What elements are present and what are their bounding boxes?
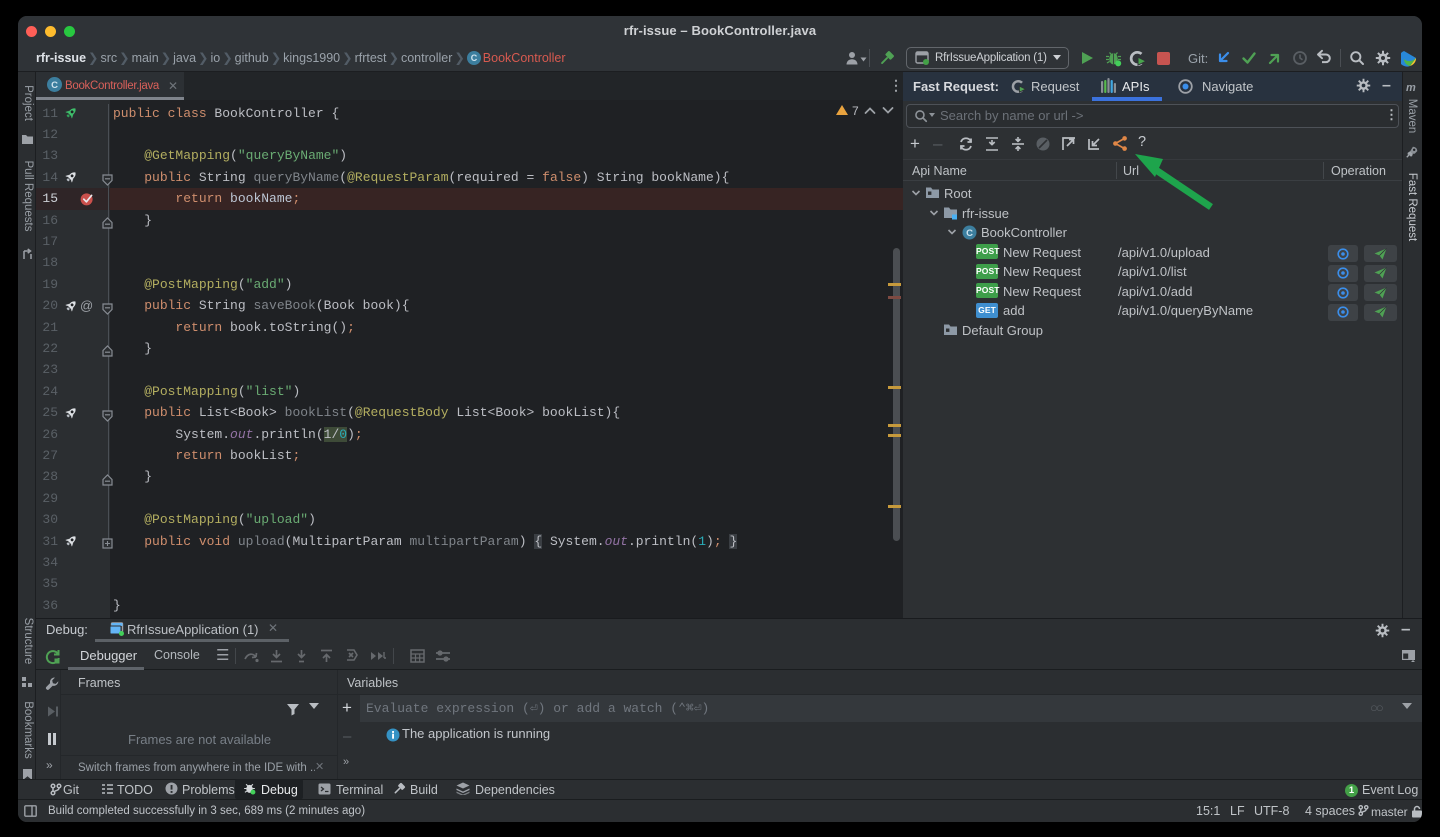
svg-text:C: C: [471, 53, 478, 63]
svg-text:C: C: [966, 228, 973, 239]
svg-text:C: C: [51, 80, 58, 91]
